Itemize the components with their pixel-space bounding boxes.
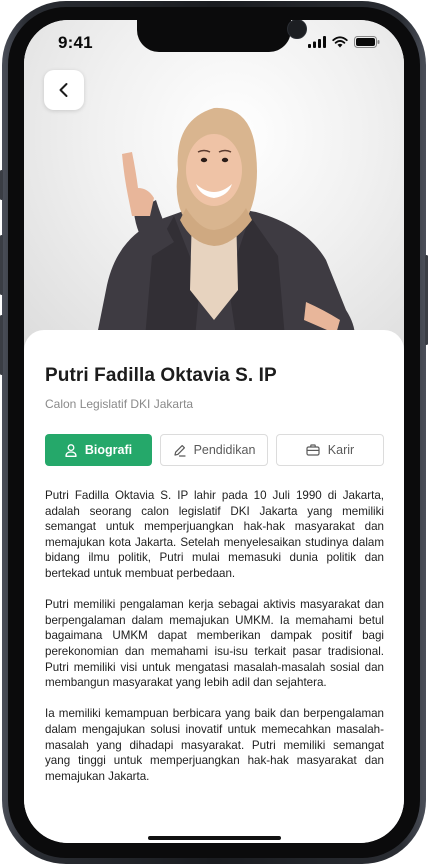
profile-tabs: Biografi Pendidikan Karir bbox=[45, 434, 384, 466]
signal-icon bbox=[308, 36, 326, 48]
chevron-left-icon bbox=[59, 83, 68, 97]
pen-icon bbox=[173, 444, 186, 457]
notch bbox=[137, 20, 307, 52]
candidate-name: Putri Fadilla Oktavia S. IP bbox=[45, 365, 277, 386]
battery-icon bbox=[354, 36, 380, 48]
home-indicator[interactable] bbox=[148, 836, 281, 840]
user-icon bbox=[65, 443, 77, 457]
biography-paragraph: Ia memiliki kemampuan berbicara yang bai… bbox=[45, 707, 384, 783]
front-camera bbox=[287, 20, 307, 39]
status-time: 9:41 bbox=[58, 33, 93, 52]
tab-pendidikan[interactable]: Pendidikan bbox=[160, 434, 268, 466]
candidate-portrait bbox=[94, 107, 355, 350]
tab-karir[interactable]: Karir bbox=[276, 434, 384, 466]
tab-label: Pendidikan bbox=[193, 443, 256, 457]
briefcase-icon bbox=[306, 444, 320, 456]
tab-label: Karir bbox=[327, 443, 355, 457]
wifi-icon bbox=[332, 36, 348, 48]
phone-frame: 9:41 Putri Fadilla Oktavia S. IP Calon L… bbox=[0, 0, 428, 865]
volume-down-button bbox=[0, 315, 3, 375]
tab-label: Biografi bbox=[84, 443, 133, 457]
tab-biografi[interactable]: Biografi bbox=[45, 434, 152, 466]
volume-up-button bbox=[0, 235, 3, 295]
biography-text: Putri Fadilla Oktavia S. IP lahir pada 1… bbox=[45, 488, 384, 800]
candidate-role: Calon Legislatif DKI Jakarta bbox=[45, 397, 194, 411]
profile-card: Putri Fadilla Oktavia S. IP Calon Legisl… bbox=[24, 330, 404, 843]
biography-paragraph: Putri memiliki pengalaman kerja sebagai … bbox=[45, 598, 384, 690]
profile-photo bbox=[24, 20, 404, 350]
mute-switch bbox=[0, 170, 3, 200]
screen: 9:41 Putri Fadilla Oktavia S. IP Calon L… bbox=[24, 20, 404, 843]
back-button[interactable] bbox=[44, 70, 84, 110]
status-icons bbox=[308, 36, 380, 48]
biography-paragraph: Putri Fadilla Oktavia S. IP lahir pada 1… bbox=[45, 489, 384, 580]
